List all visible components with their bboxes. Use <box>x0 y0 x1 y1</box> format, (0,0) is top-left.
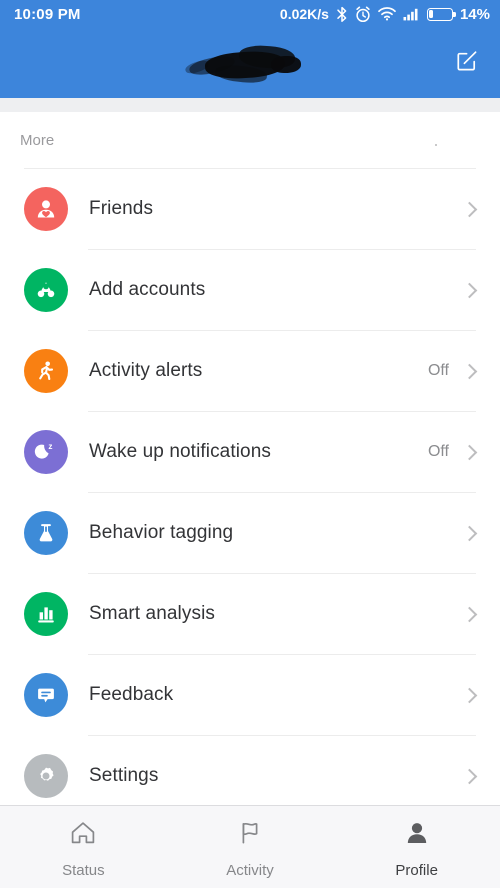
tab-label: Profile <box>395 861 438 879</box>
list-item-wake-up-notifications[interactable]: z Wake up notifications Off <box>0 412 500 492</box>
list-item-label: Behavior tagging <box>89 522 234 543</box>
battery-percent-label: 14% <box>459 5 490 23</box>
alarm-icon <box>355 6 371 23</box>
tab-activity[interactable]: Activity <box>167 806 334 888</box>
list-item-label: Activity alerts <box>89 360 203 381</box>
list-item-label: Settings <box>89 765 159 786</box>
list-item-label: Friends <box>89 198 154 219</box>
chevron-right-icon <box>461 525 478 541</box>
tab-label: Activity <box>226 861 274 879</box>
bar-chart-icon <box>24 592 68 636</box>
chevron-right-icon <box>461 201 478 217</box>
list-item-label: Wake up notifications <box>89 441 271 462</box>
chevron-right-icon <box>461 282 478 298</box>
recycle-nodes-icon <box>24 268 68 312</box>
status-bar-indicators: 0.02K/s 14% <box>280 6 490 23</box>
chevron-right-icon <box>461 606 478 622</box>
redacted-title <box>184 42 315 85</box>
chevron-right-icon <box>461 444 478 460</box>
list-item-label: Smart analysis <box>89 603 215 624</box>
tab-profile[interactable]: Profile <box>333 806 500 888</box>
gear-icon <box>24 754 68 798</box>
section-header-more: More <box>0 112 500 168</box>
bluetooth-icon <box>336 6 348 23</box>
svg-text:z: z <box>48 442 52 451</box>
list-item-activity-alerts[interactable]: Activity alerts Off <box>0 331 500 411</box>
bottom-tab-bar: Status Activity Profile <box>0 805 500 888</box>
list-item-add-accounts[interactable]: Add accounts <box>0 250 500 330</box>
list-item-behavior-tagging[interactable]: Behavior tagging <box>0 493 500 573</box>
artifact-dot <box>435 144 437 146</box>
section-header-label: More <box>20 131 55 149</box>
wifi-icon <box>378 7 396 21</box>
chevron-right-icon <box>461 363 478 379</box>
person-icon <box>403 820 431 851</box>
edit-compose-icon <box>455 49 479 78</box>
list-item-smart-analysis[interactable]: Smart analysis <box>0 574 500 654</box>
list-item-value: Off <box>427 443 449 460</box>
tab-status[interactable]: Status <box>0 806 167 888</box>
home-icon <box>69 820 97 851</box>
app-bar <box>0 28 500 98</box>
running-person-icon <box>24 349 68 393</box>
cellular-signal-icon <box>403 7 420 21</box>
content-top-gap <box>0 98 500 112</box>
tab-label: Status <box>62 861 105 879</box>
settings-list: More Friends Add accounts Activity alert… <box>0 112 500 816</box>
status-bar: 10:09 PM 0.02K/s 14% <box>0 0 500 28</box>
flask-icon <box>24 511 68 555</box>
list-item-feedback[interactable]: Feedback <box>0 655 500 735</box>
status-bar-time: 10:09 PM <box>14 5 81 23</box>
list-item-label: Add accounts <box>89 279 206 300</box>
list-item-label: Feedback <box>89 684 174 705</box>
chevron-right-icon <box>461 687 478 703</box>
battery-icon <box>426 7 456 21</box>
chevron-right-icon <box>461 768 478 784</box>
flag-icon <box>236 820 264 851</box>
list-item-friends[interactable]: Friends <box>0 169 500 249</box>
list-item-settings[interactable]: Settings <box>0 736 500 816</box>
moon-sleep-icon: z <box>24 430 68 474</box>
edit-profile-button[interactable] <box>450 46 484 80</box>
speech-bubble-icon <box>24 673 68 717</box>
network-speed-label: 0.02K/s <box>279 6 329 22</box>
person-heart-icon <box>24 187 68 231</box>
list-item-value: Off <box>427 362 449 379</box>
